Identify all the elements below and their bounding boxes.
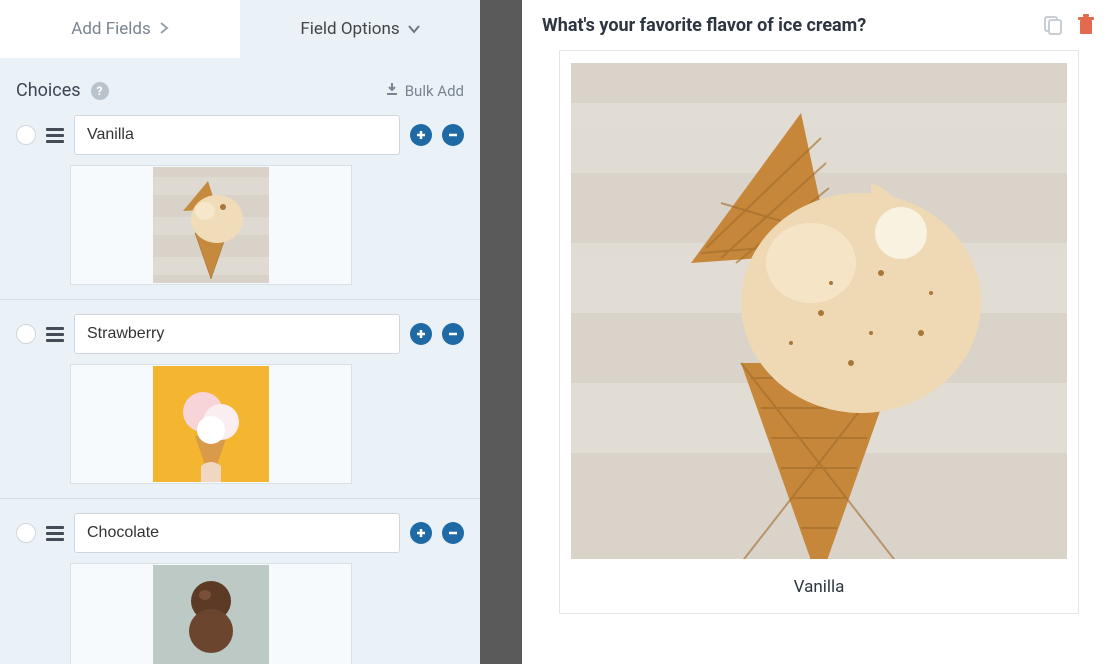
choice-label-input[interactable] [74,115,400,155]
choices-header: Choices ? Bulk Add [0,58,480,111]
choices-title: Choices [16,80,81,101]
choice-item [16,513,464,664]
choice-thumbnail[interactable] [70,165,352,285]
drag-handle-icon[interactable] [46,526,64,541]
panel-divider [480,0,522,664]
vanilla-ice-cream-icon [571,63,1067,559]
choices-list [0,111,480,664]
help-icon[interactable]: ? [91,82,109,100]
chevron-down-icon [408,20,420,38]
add-choice-button[interactable] [410,124,432,146]
drag-handle-icon[interactable] [46,327,64,342]
tab-add-fields[interactable]: Add Fields [0,0,240,58]
default-radio[interactable] [16,523,36,543]
add-choice-button[interactable] [410,522,432,544]
divider [0,498,480,499]
remove-choice-button[interactable] [442,522,464,544]
tab-label: Field Options [300,19,399,39]
choice-item [16,314,464,484]
choice-thumbnail[interactable] [70,563,352,664]
tab-label: Add Fields [71,19,151,39]
delete-field-button[interactable] [1076,14,1096,36]
choice-thumbnail[interactable] [70,364,352,484]
duplicate-field-button[interactable] [1042,14,1064,36]
preview-choice-card[interactable]: Vanilla [559,50,1079,614]
field-editor-panel: Add Fields Field Options Choices ? Bulk … [0,0,480,664]
remove-choice-button[interactable] [442,124,464,146]
copy-icon [1042,14,1064,36]
default-radio[interactable] [16,125,36,145]
preview-choice-label: Vanilla [794,577,845,597]
form-preview-panel: What's your favorite flavor of ice cream… [522,0,1116,664]
drag-handle-icon[interactable] [46,128,64,143]
choice-label-input[interactable] [74,513,400,553]
choice-label-input[interactable] [74,314,400,354]
bulk-add-button[interactable]: Bulk Add [385,82,464,100]
add-choice-button[interactable] [410,323,432,345]
remove-choice-button[interactable] [442,323,464,345]
question-label: What's your favorite flavor of ice cream… [542,15,866,36]
trash-icon [1076,14,1096,36]
chevron-right-icon [159,20,169,38]
choice-item [16,115,464,285]
tab-field-options[interactable]: Field Options [240,0,480,58]
panel-tabs: Add Fields Field Options [0,0,480,58]
download-icon [385,82,399,100]
divider [0,299,480,300]
chocolate-ice-cream-icon [153,565,269,664]
default-radio[interactable] [16,324,36,344]
strawberry-ice-cream-icon [153,366,269,482]
bulk-add-label: Bulk Add [405,82,464,100]
vanilla-ice-cream-icon [153,167,269,283]
